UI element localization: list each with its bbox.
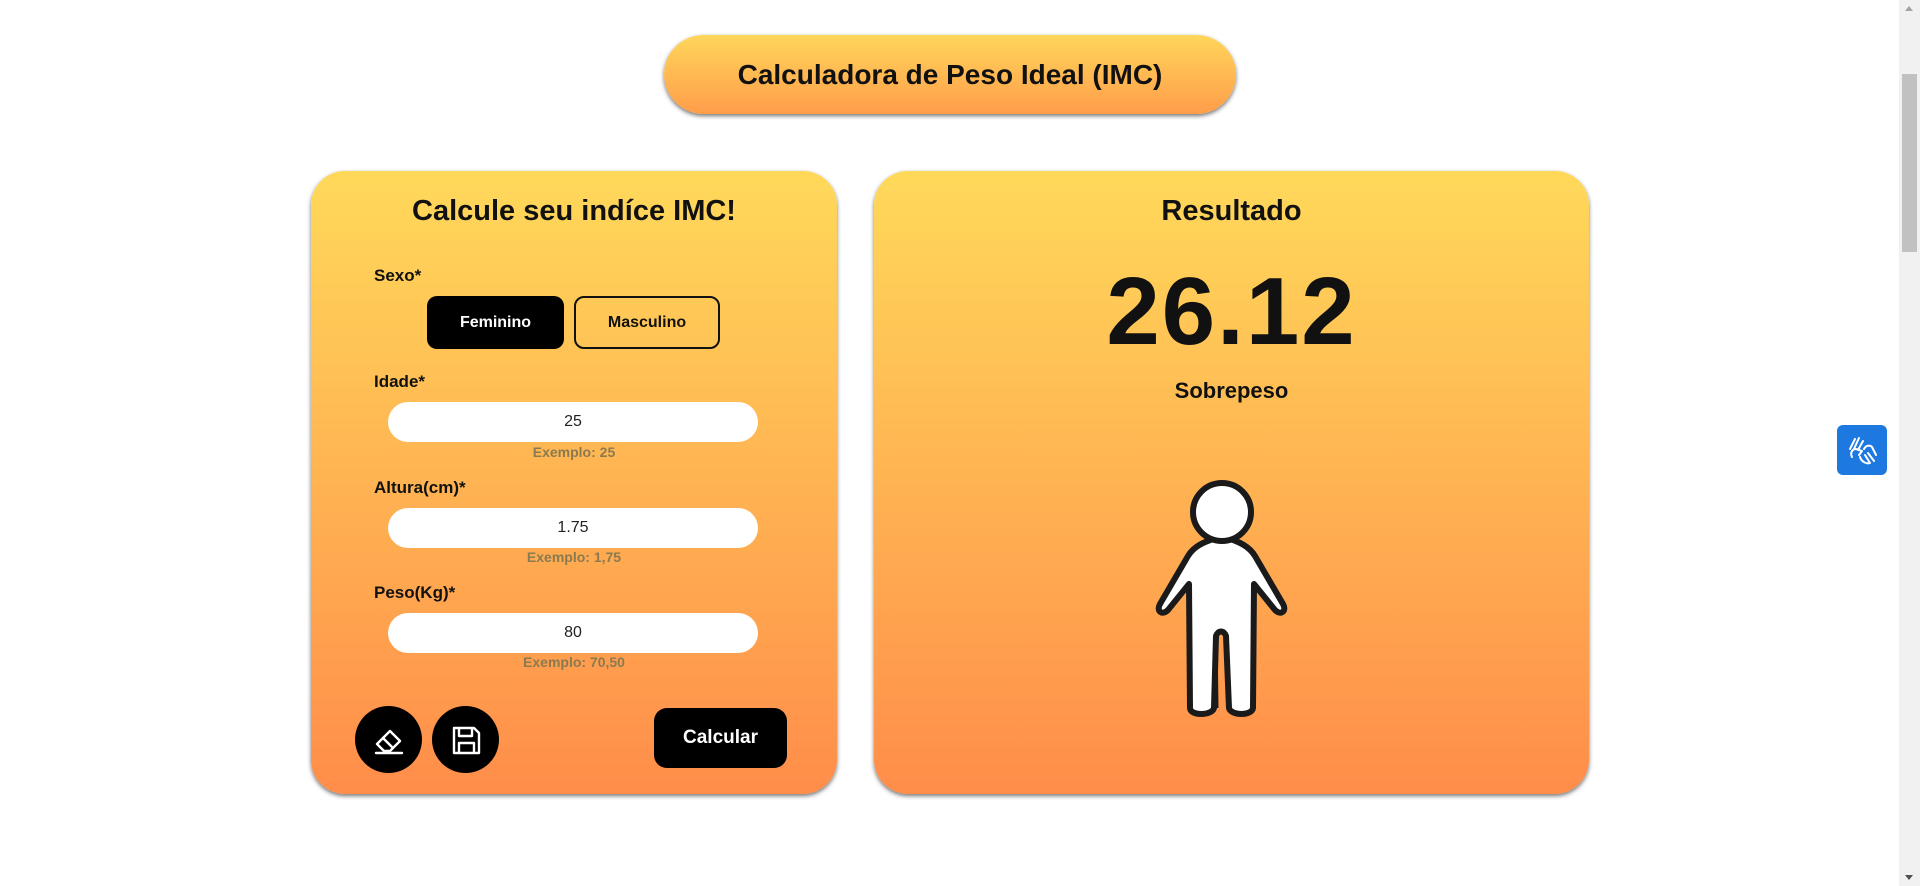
weight-label: Peso(Kg)* <box>374 583 456 602</box>
sex-male-button[interactable]: Masculino <box>574 296 720 349</box>
page: Calculadora de Peso Ideal (IMC) Calcule … <box>0 0 1920 886</box>
age-input[interactable] <box>388 402 758 442</box>
imc-value: 26.12 <box>1106 258 1357 365</box>
calculate-button[interactable]: Calcular <box>654 708 787 768</box>
sign-language-hands-icon <box>1849 437 1877 465</box>
weight-hint: Exemplo: 70,50 <box>523 654 625 670</box>
eraser-icon <box>374 729 403 754</box>
floppy-disk-icon <box>452 726 480 754</box>
scroll-down-arrow-icon[interactable] <box>1905 875 1913 880</box>
app-title-banner: Calculadora de Peso Ideal (IMC) <box>664 35 1236 114</box>
age-hint: Exemplo: 25 <box>532 444 616 460</box>
imc-classification: Sobrepeso <box>1174 378 1289 403</box>
result-card: Resultado 26.12 Sobrepeso <box>874 171 1589 794</box>
scrollbar-thumb[interactable] <box>1902 74 1917 252</box>
weight-input[interactable] <box>388 613 758 653</box>
height-hint: Exemplo: 1,75 <box>526 549 622 565</box>
clear-button[interactable] <box>355 706 422 773</box>
sex-label: Sexo* <box>374 266 422 285</box>
accessibility-button[interactable] <box>1837 425 1887 475</box>
height-label: Altura(cm)* <box>374 478 466 497</box>
height-input[interactable] <box>388 508 758 548</box>
save-button[interactable] <box>432 706 499 773</box>
age-label: Idade* <box>374 372 426 391</box>
page-title: Calculadora de Peso Ideal (IMC) <box>737 58 1163 90</box>
page-scrollbar[interactable] <box>1899 0 1920 886</box>
sex-female-button[interactable]: Feminino <box>427 296 564 349</box>
form-heading: Calcule seu indíce IMC! <box>412 195 736 227</box>
imc-form-card: Calcule seu indíce IMC! Sexo* Feminino M… <box>311 171 837 794</box>
body-figure-icon <box>1154 476 1309 726</box>
scroll-up-arrow-icon[interactable] <box>1905 6 1913 11</box>
result-heading: Resultado <box>1161 195 1302 227</box>
